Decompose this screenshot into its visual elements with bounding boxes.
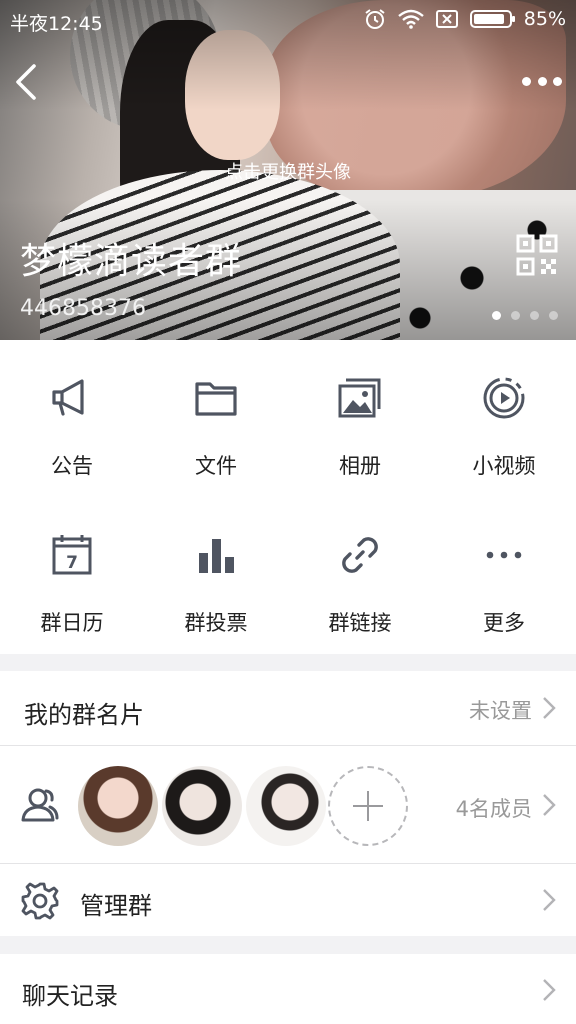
calendar-day: 7 xyxy=(66,553,78,573)
members-icon xyxy=(21,788,59,822)
pager-dot xyxy=(549,311,558,320)
chevron-right-icon xyxy=(543,794,556,816)
manage-group-row[interactable]: 管理群 xyxy=(0,864,576,936)
alarm-icon xyxy=(365,9,385,29)
chevron-right-icon xyxy=(543,697,556,719)
member-avatar[interactable] xyxy=(246,766,326,846)
chevron-right-icon xyxy=(543,979,556,1001)
battery-icon xyxy=(469,10,515,28)
cover-pager xyxy=(492,311,558,320)
feature-short-video[interactable]: 小视频 xyxy=(432,340,576,497)
folder-icon xyxy=(195,382,237,416)
link-icon xyxy=(342,537,378,573)
members-row[interactable]: 4名成员 xyxy=(0,746,576,863)
manage-group-title: 管理群 xyxy=(80,892,152,920)
feature-label: 更多 xyxy=(483,611,525,635)
status-icons: 85% xyxy=(364,8,566,30)
chat-history-title: 聊天记录 xyxy=(22,982,118,1010)
my-group-card-value: 未设置 xyxy=(469,699,532,723)
my-group-card-row[interactable]: 我的群名片 未设置 xyxy=(0,671,576,745)
feature-label: 小视频 xyxy=(472,454,536,478)
feature-files[interactable]: 文件 xyxy=(144,340,288,497)
calendar-icon: 7 xyxy=(52,535,92,575)
feature-group-vote[interactable]: 群投票 xyxy=(144,497,288,654)
qr-code-icon[interactable] xyxy=(516,234,558,276)
status-time: 半夜12:45 xyxy=(10,13,103,35)
more-options-button[interactable] xyxy=(522,66,562,96)
more-dots-icon xyxy=(486,551,522,559)
feature-label: 文件 xyxy=(195,454,237,478)
feature-grid: 公告 文件 相册 小视频 7 群日历 群投票 群链接 更多 xyxy=(0,340,576,654)
chevron-right-icon xyxy=(543,889,556,911)
change-avatar-hint[interactable]: 点击更换群头像 xyxy=(0,158,576,184)
my-group-card-title: 我的群名片 xyxy=(24,701,144,729)
bar-chart-icon xyxy=(199,539,234,573)
feature-group-calendar[interactable]: 7 群日历 xyxy=(0,497,144,654)
pager-dot xyxy=(530,311,539,320)
member-avatar[interactable] xyxy=(162,766,242,846)
pager-dot xyxy=(511,311,520,320)
feature-album[interactable]: 相册 xyxy=(288,340,432,497)
feature-label: 群投票 xyxy=(184,611,248,635)
sim-off-icon xyxy=(435,10,458,28)
feature-label: 公告 xyxy=(51,454,93,478)
battery-level: 85% xyxy=(523,8,566,30)
megaphone-icon xyxy=(52,379,84,416)
dot xyxy=(553,76,562,86)
group-name: 梦檬滴读者群 xyxy=(20,241,243,282)
group-id: 446858376 xyxy=(20,296,146,321)
feature-announcement[interactable]: 公告 xyxy=(0,340,144,497)
feature-label: 群链接 xyxy=(328,611,392,635)
back-icon[interactable] xyxy=(12,62,46,102)
feature-label: 相册 xyxy=(339,454,381,478)
wifi-icon xyxy=(397,9,424,29)
chat-history-row[interactable]: 聊天记录 xyxy=(0,954,576,1024)
add-member-button[interactable] xyxy=(328,766,408,846)
photo-album-icon xyxy=(338,378,381,418)
status-bar: 半夜12:45 85% xyxy=(0,0,576,40)
member-avatar[interactable] xyxy=(78,766,158,846)
video-play-icon xyxy=(483,377,525,419)
dot xyxy=(522,76,531,86)
member-count: 4名成员 xyxy=(455,797,532,821)
dot xyxy=(537,76,547,86)
feature-more[interactable]: 更多 xyxy=(432,497,576,654)
feature-label: 群日历 xyxy=(40,611,104,635)
pager-dot xyxy=(492,311,501,320)
feature-group-link[interactable]: 群链接 xyxy=(288,497,432,654)
gear-icon xyxy=(21,882,59,920)
